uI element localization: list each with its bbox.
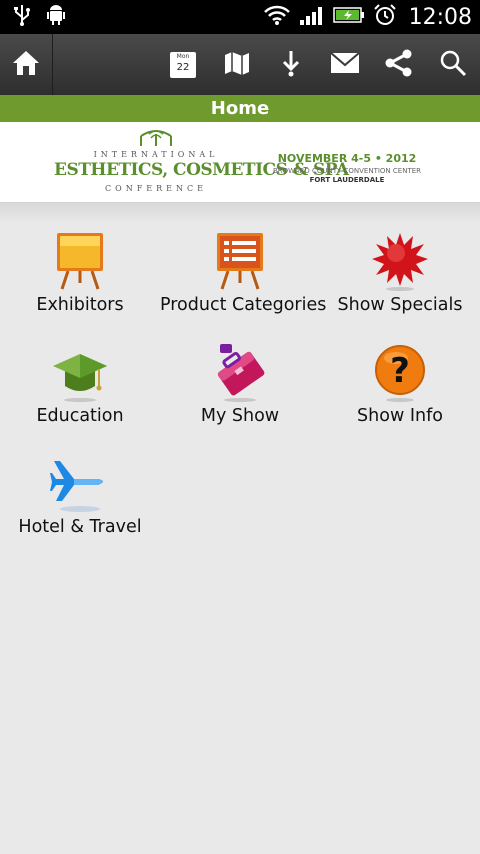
menu-item-hotel-travel[interactable]: Hotel & Travel xyxy=(0,447,160,537)
event-info: NOVEMBER 4-5 • 2012 BROWARD COUNTY CONVE… xyxy=(262,152,432,184)
airplane-icon xyxy=(0,447,160,513)
event-venue: BROWARD COUNTY CONVENTION CENTER xyxy=(272,167,422,175)
calendar-button[interactable]: Mon 22 xyxy=(156,34,210,95)
mail-icon xyxy=(330,51,360,78)
page-title: Home xyxy=(0,95,480,122)
easel-yellow-icon xyxy=(0,225,160,291)
svg-text:?: ? xyxy=(390,351,410,391)
home-icon xyxy=(11,49,41,81)
menu-item-exhibitors[interactable]: Exhibitors xyxy=(0,225,160,315)
graduation-cap-icon xyxy=(0,336,160,402)
menu-item-show-specials[interactable]: Show Specials xyxy=(320,225,480,315)
starburst-icon xyxy=(320,225,480,291)
easel-list-icon xyxy=(160,225,320,291)
menu-item-product-categories[interactable]: Product Categories xyxy=(160,225,327,315)
action-toolbar: Mon 22 xyxy=(0,34,480,95)
usb-icon xyxy=(12,4,32,30)
calendar-day: Mon xyxy=(176,52,190,60)
alarm-icon xyxy=(373,3,397,31)
menu-item-education[interactable]: Education xyxy=(0,336,160,426)
signal-icon xyxy=(299,4,325,30)
android-debug-icon xyxy=(46,4,66,30)
menu-item-label: Hotel & Travel xyxy=(18,517,142,537)
search-button[interactable] xyxy=(426,34,480,95)
status-bar: 12:08 xyxy=(0,0,480,34)
briefcase-icon xyxy=(160,336,320,402)
menu-item-label: Product Categories xyxy=(160,295,327,315)
share-icon xyxy=(384,49,414,81)
menu-item-label: My Show xyxy=(200,406,280,426)
download-button[interactable] xyxy=(264,34,318,95)
download-icon xyxy=(281,49,301,81)
question-icon: ? xyxy=(320,336,480,402)
share-button[interactable] xyxy=(372,34,426,95)
logo-main-text: ESTHETICS, COSMETICS & SPA xyxy=(54,160,349,180)
palm-arch-logo-icon xyxy=(137,128,175,152)
mail-button[interactable] xyxy=(318,34,372,95)
menu-item-label: Education xyxy=(36,406,124,426)
status-clock: 12:08 xyxy=(408,4,472,30)
menu-item-label: Show Specials xyxy=(337,295,463,315)
battery-charging-icon xyxy=(332,6,365,28)
menu-item-my-show[interactable]: My Show xyxy=(160,336,320,426)
wifi-icon xyxy=(263,4,291,30)
logo-top-text: INTERNATIONAL xyxy=(93,150,219,159)
home-button[interactable] xyxy=(0,34,53,95)
map-icon xyxy=(223,50,251,80)
calendar-icon: Mon 22 xyxy=(170,51,196,78)
calendar-date: 22 xyxy=(176,61,190,73)
logo-bottom-text: CONFERENCE xyxy=(105,184,207,193)
search-icon xyxy=(439,49,467,81)
menu-item-label: Exhibitors xyxy=(36,295,124,315)
menu-item-show-info[interactable]: ? Show Info xyxy=(320,336,480,426)
map-button[interactable] xyxy=(210,34,264,95)
event-dates: NOVEMBER 4-5 • 2012 xyxy=(277,152,417,165)
event-city: FORT LAUDERDALE xyxy=(309,176,385,184)
menu-item-label: Show Info xyxy=(357,406,443,426)
menu-grid: Exhibitors Product Categories Show Speci… xyxy=(0,203,480,823)
event-banner: INTERNATIONAL ESTHETICS, COSMETICS & SPA… xyxy=(0,122,480,203)
